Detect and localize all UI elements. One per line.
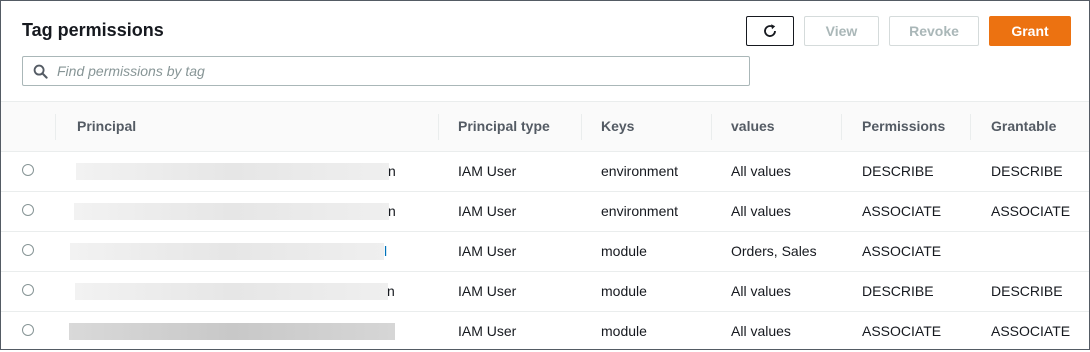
grantable-cell: DESCRIBE [991,283,1063,299]
table-row[interactable]: n IAM User environment All values DESCRI… [1,152,1089,192]
panel-header: Tag permissions View Revoke Grant [1,1,1089,101]
column-divider [438,114,439,140]
row-select-radio[interactable] [22,324,34,336]
redacted-principal [75,283,388,300]
search-box [22,56,750,86]
revoke-button[interactable]: Revoke [889,16,979,46]
principal-type-cell: IAM User [458,203,517,219]
table-header: Principal Principal type Keys values Per… [1,102,1089,152]
column-divider [970,114,971,140]
grantable-cell: ASSOCIATE [991,323,1071,339]
column-divider [55,114,56,140]
keys-cell: environment [601,203,679,219]
permissions-cell: DESCRIBE [862,283,934,299]
principal-cell: n [388,203,396,219]
table-row[interactable]: n IAM User module All values DESCRIBE DE… [1,272,1089,312]
row-select-radio[interactable] [22,204,34,216]
column-divider [841,114,842,140]
keys-cell: module [601,243,647,259]
values-cell: All values [731,283,791,299]
keys-cell: module [601,323,647,339]
column-header-permissions[interactable]: Permissions [862,102,945,151]
values-cell: All values [731,323,791,339]
column-header-values[interactable]: values [731,102,775,151]
table-row[interactable]: n IAM User environment All values ASSOCI… [1,192,1089,232]
row-select-radio[interactable] [22,244,34,256]
permissions-cell: ASSOCIATE [862,323,942,339]
column-divider [581,114,582,140]
principal-type-cell: IAM User [458,163,517,179]
keys-cell: environment [601,163,679,179]
search-icon [33,64,48,79]
row-select-radio[interactable] [22,164,34,176]
column-header-principal-type[interactable]: Principal type [458,102,550,151]
view-button[interactable]: View [804,16,879,46]
keys-cell: module [601,283,647,299]
values-cell: Orders, Sales [731,243,817,259]
permissions-cell: ASSOCIATE [862,243,942,259]
refresh-button[interactable] [746,16,794,46]
principal-cell: n [387,283,395,299]
permissions-cell: ASSOCIATE [862,203,942,219]
redacted-principal [76,163,389,180]
column-header-grantable[interactable]: Grantable [991,102,1056,151]
values-cell: All values [731,203,791,219]
redacted-principal [70,243,384,260]
redacted-principal [69,323,395,340]
principal-cell: n [388,163,396,179]
table-row[interactable]: IAM User module All values ASSOCIATE ASS… [1,312,1089,352]
principal-cell: l [384,243,388,259]
refresh-icon [764,24,776,37]
permissions-table: Principal Principal type Keys values Per… [1,101,1089,350]
principal-type-cell: IAM User [458,243,517,259]
table-row[interactable]: l IAM User module Orders, Sales ASSOCIAT… [1,232,1089,272]
row-select-radio[interactable] [22,284,34,296]
grantable-cell: ASSOCIATE [991,203,1071,219]
redacted-principal [74,203,389,220]
values-cell: All values [731,163,791,179]
principal-type-cell: IAM User [458,283,517,299]
column-header-keys[interactable]: Keys [601,102,634,151]
principal-type-cell: IAM User [458,323,517,339]
column-header-principal[interactable]: Principal [77,102,136,151]
panel-title: Tag permissions [22,20,164,40]
search-input[interactable] [57,57,737,85]
grantable-cell: DESCRIBE [991,163,1063,179]
permissions-cell: DESCRIBE [862,163,934,179]
tag-permissions-panel: Tag permissions View Revoke Grant Princi… [0,0,1090,350]
grant-button[interactable]: Grant [989,16,1071,46]
column-divider [711,114,712,140]
